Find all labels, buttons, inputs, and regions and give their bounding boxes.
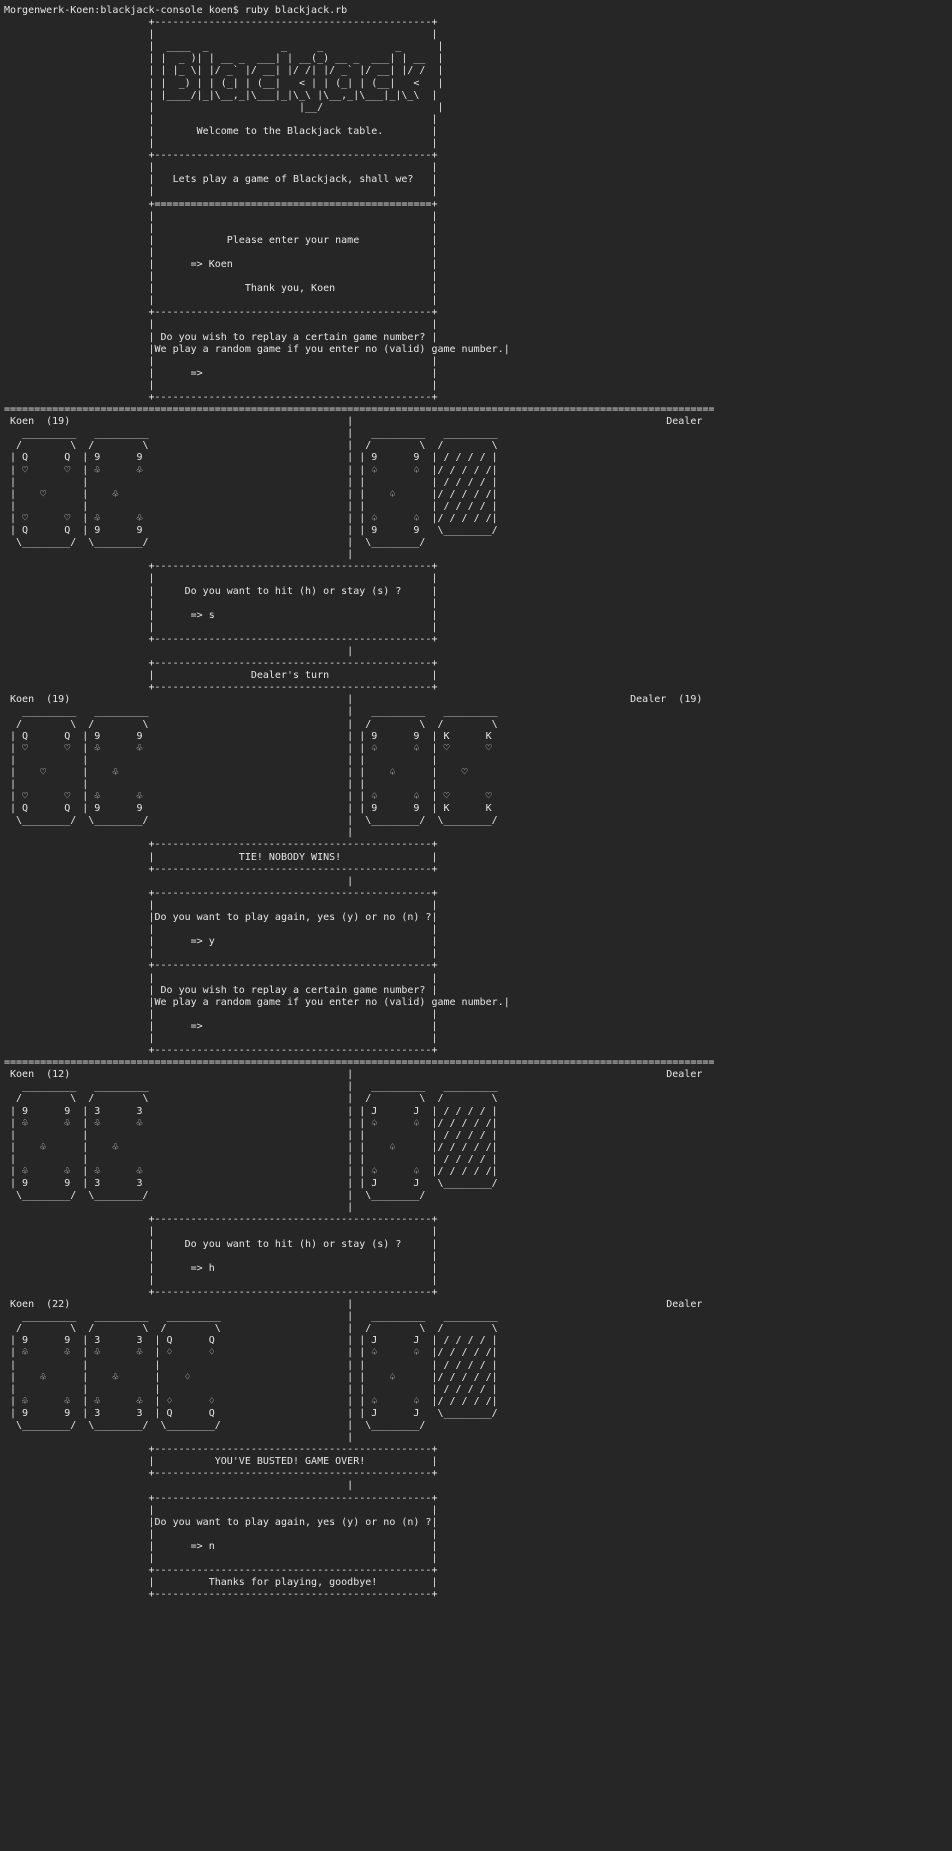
terminal-screen[interactable]: Morgenwerk-Koen:blackjack-console koen$ … xyxy=(0,0,952,1601)
